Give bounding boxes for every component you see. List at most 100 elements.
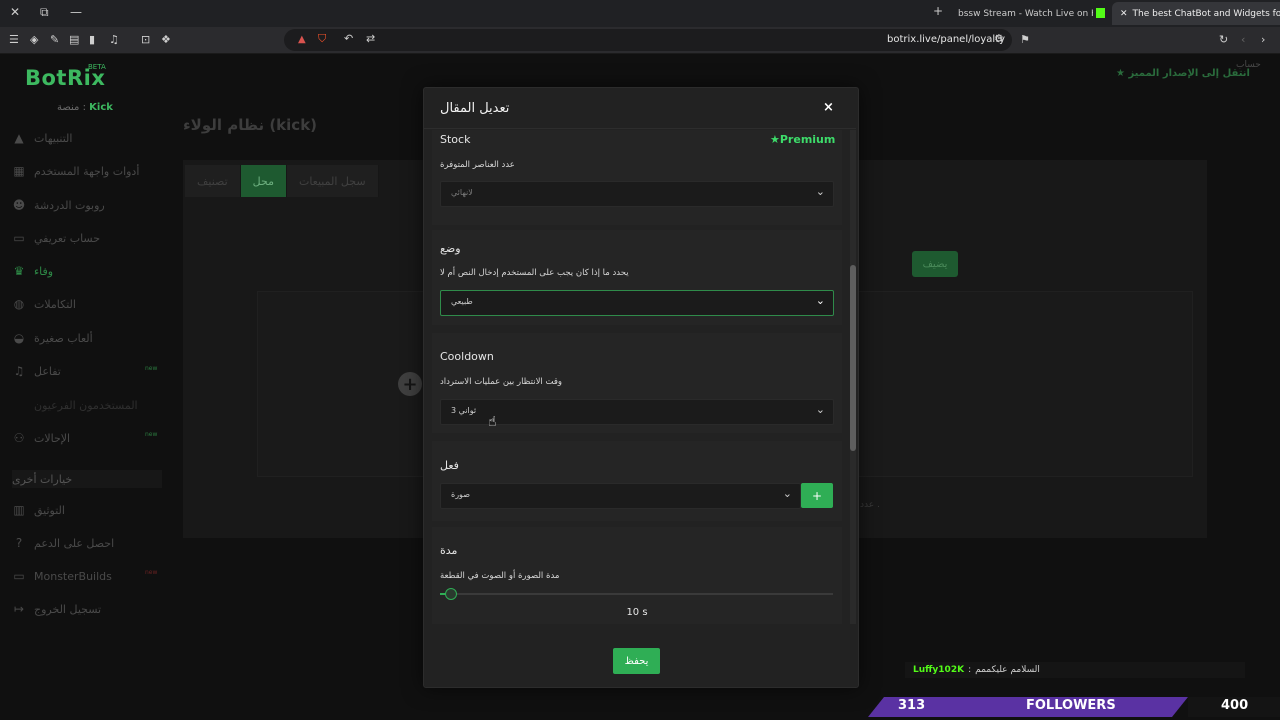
chevron-down-icon: ⌄ [815, 294, 825, 307]
trophy-icon: ♛ [13, 264, 25, 278]
sidebar-item-label: التنبيهات [34, 131, 73, 145]
sidebar-item-label: التكاملات [34, 297, 76, 311]
pen-icon[interactable]: ✎ [50, 33, 59, 46]
help-icon: ? [15, 536, 23, 550]
chat-message: السلامم عليكممم [975, 665, 1040, 675]
menu-icon[interactable]: ☰ [9, 33, 19, 46]
sidebar-item-subusers[interactable]: المستخدمون الفرعيون [12, 395, 138, 415]
address-bar[interactable]: ▲ ⛉ ↶ ⇄ botrix.live/panel/loyalty ⚙ [284, 29, 1012, 51]
modal-divider [424, 128, 856, 129]
new-badge: new [145, 569, 158, 576]
share-icon[interactable]: ↶ [344, 32, 353, 45]
duration-slider-thumb[interactable] [445, 588, 457, 600]
action-select[interactable]: صورة ⌄ [440, 483, 801, 509]
browser-toolbar: ☰ ◈ ✎ ▤ ▮ ♫ ⊡ ❖ ▲ ⛉ ↶ ⇄ botrix.live/pane… [0, 27, 1280, 54]
chevron-down-icon: ⌄ [782, 487, 792, 500]
action-value: صورة [451, 490, 470, 499]
sidebar-item-support[interactable]: ? احصل على الدعم [12, 533, 114, 553]
restore-window-icon[interactable]: ⧉ [40, 5, 49, 20]
url-text[interactable]: botrix.live/panel/loyalty [887, 34, 1005, 45]
sidebar-item-widgets[interactable]: ▦ أدوات واجهة المستخدم [12, 161, 139, 181]
extensions-icon[interactable]: ❖ [161, 33, 171, 46]
add-item-button[interactable]: يضيف [912, 251, 958, 277]
save-button[interactable]: يحفظ [613, 648, 660, 674]
promo-label: انتقل إلى الإصدار المميز [1128, 68, 1250, 79]
premium-label: Premium [779, 133, 836, 146]
add-item-icon[interactable]: + [398, 372, 422, 396]
stock-value: لانهائي [451, 188, 473, 197]
sidebar-item-docs[interactable]: ▥ التوثيق [12, 500, 65, 520]
tab-kick[interactable]: bssw Stream - Watch Live on Kick [950, 2, 1093, 25]
tab-sales-log[interactable]: سجل المبيعات [286, 165, 379, 197]
widgets-icon: ▦ [13, 164, 25, 178]
sidebar-item-referrals[interactable]: ⚇ الإحالات [12, 428, 71, 448]
mouse-cursor-icon: ☝ [488, 414, 497, 430]
stock-select[interactable]: لانهائي ⌄ [440, 181, 834, 207]
premium-promo-link[interactable]: ★ انتقل إلى الإصدار المميز [1116, 68, 1250, 79]
tab-title: The best ChatBot and Widgets fo [1132, 8, 1280, 19]
mode-label: وضع [440, 242, 461, 255]
modal-scrollbar-thumb[interactable] [850, 265, 856, 451]
back-icon[interactable]: ‹ [1241, 33, 1245, 46]
referral-icon: ⚇ [13, 431, 25, 445]
platform-prefix: منصة : [57, 102, 86, 113]
sidebar-item-label: تفاعل [34, 364, 61, 378]
add-action-button[interactable]: + [801, 483, 833, 508]
sidebar-item-profile[interactable]: ▭ حساب تعريفي [12, 228, 100, 248]
shield-icon[interactable]: ◈ [30, 33, 38, 46]
sidebar-item-label: روبوت الدردشة [34, 198, 105, 212]
chevron-down-icon: ⌄ [815, 403, 825, 416]
sidebar-item-label: الإحالات [34, 431, 71, 445]
sidebar-item-loyalty[interactable]: ♛ وفاء [12, 261, 54, 281]
integrations-icon: ◍ [13, 297, 25, 311]
sidebar-item-interaction[interactable]: ♫ تفاعل [12, 361, 61, 381]
mode-select[interactable]: طبيعي ⌄ [440, 290, 834, 316]
tab-shop[interactable]: محل [240, 165, 287, 197]
new-badge: new [145, 431, 158, 438]
tab-botrix[interactable]: ✕ The best ChatBot and Widgets fo [1112, 2, 1280, 25]
duration-value: 10 s [626, 607, 648, 618]
star-icon: ★ [1116, 68, 1125, 79]
sidebar-item-label: وفاء [34, 264, 54, 278]
chat-separator: : [968, 665, 972, 675]
music-icon[interactable]: ♫ [109, 33, 119, 46]
site-settings-icon[interactable]: ⚙ [994, 32, 1004, 45]
minimize-window-icon[interactable]: — [70, 5, 82, 19]
action-label: فعل [440, 459, 459, 472]
warning-triangle-icon[interactable]: ▲ [298, 34, 306, 45]
tab-close-icon[interactable]: ✕ [1120, 9, 1128, 19]
translate-icon[interactable]: ⇄ [366, 32, 375, 45]
sidebar-item-alerts[interactable]: ▲ التنبيهات [12, 128, 72, 148]
sidebar-item-label: التوثيق [34, 503, 65, 517]
stock-hint: عدد العناصر المتوفرة [440, 160, 515, 170]
browser-tab-bar: ✕ ⧉ — + bssw Stream - Watch Live on Kick… [0, 0, 1280, 27]
screenshot-icon[interactable]: ⊡ [141, 33, 150, 46]
cooldown-hint: وقت الانتظار بين عمليات الاسترداد [440, 377, 563, 387]
chat-username: Luffy102K [913, 665, 965, 675]
news-icon[interactable]: ▤ [69, 33, 79, 46]
close-icon[interactable]: × [823, 100, 834, 115]
sidebar-item-chatbot[interactable]: ☻ روبوت الدردشة [12, 195, 105, 215]
sidebar-item-monsterbuilds[interactable]: ▭ MonsterBuilds [12, 566, 112, 586]
tab-category[interactable]: تصنيف [185, 165, 241, 197]
sidebar-icon[interactable]: ▮ [89, 33, 95, 46]
mode-hint: يحدد ما إذا كان يجب على المستخدم إدخال ا… [440, 268, 629, 278]
new-tab-icon[interactable]: + [933, 4, 943, 18]
cooldown-select[interactable]: 3 ثواني ⌄ [440, 399, 834, 425]
other-options-section: خيارات أخرى [12, 470, 162, 488]
cooldown-label: Cooldown [440, 350, 494, 363]
forward-icon[interactable]: › [1261, 33, 1265, 46]
bookmark-icon[interactable]: ⚑ [1020, 33, 1030, 46]
sidebar-item-integrations[interactable]: ◍ التكاملات [12, 294, 76, 314]
brave-shield-icon[interactable]: ⛉ [318, 32, 326, 46]
robot-icon: ☻ [12, 198, 26, 212]
account-label[interactable]: حساب [1236, 60, 1261, 70]
close-window-icon[interactable]: ✕ [10, 5, 20, 19]
duration-slider-track[interactable] [440, 593, 833, 595]
sidebar-item-minigames[interactable]: ◒ ألعاب صغيرة [12, 328, 93, 348]
gamepad-icon: ◒ [13, 331, 25, 345]
reload-icon[interactable]: ↻ [1219, 33, 1228, 46]
followers-goal: 400 [1221, 698, 1249, 713]
sidebar-item-label: احصل على الدعم [34, 536, 115, 550]
sidebar-item-label: ألعاب صغيرة [34, 331, 93, 345]
